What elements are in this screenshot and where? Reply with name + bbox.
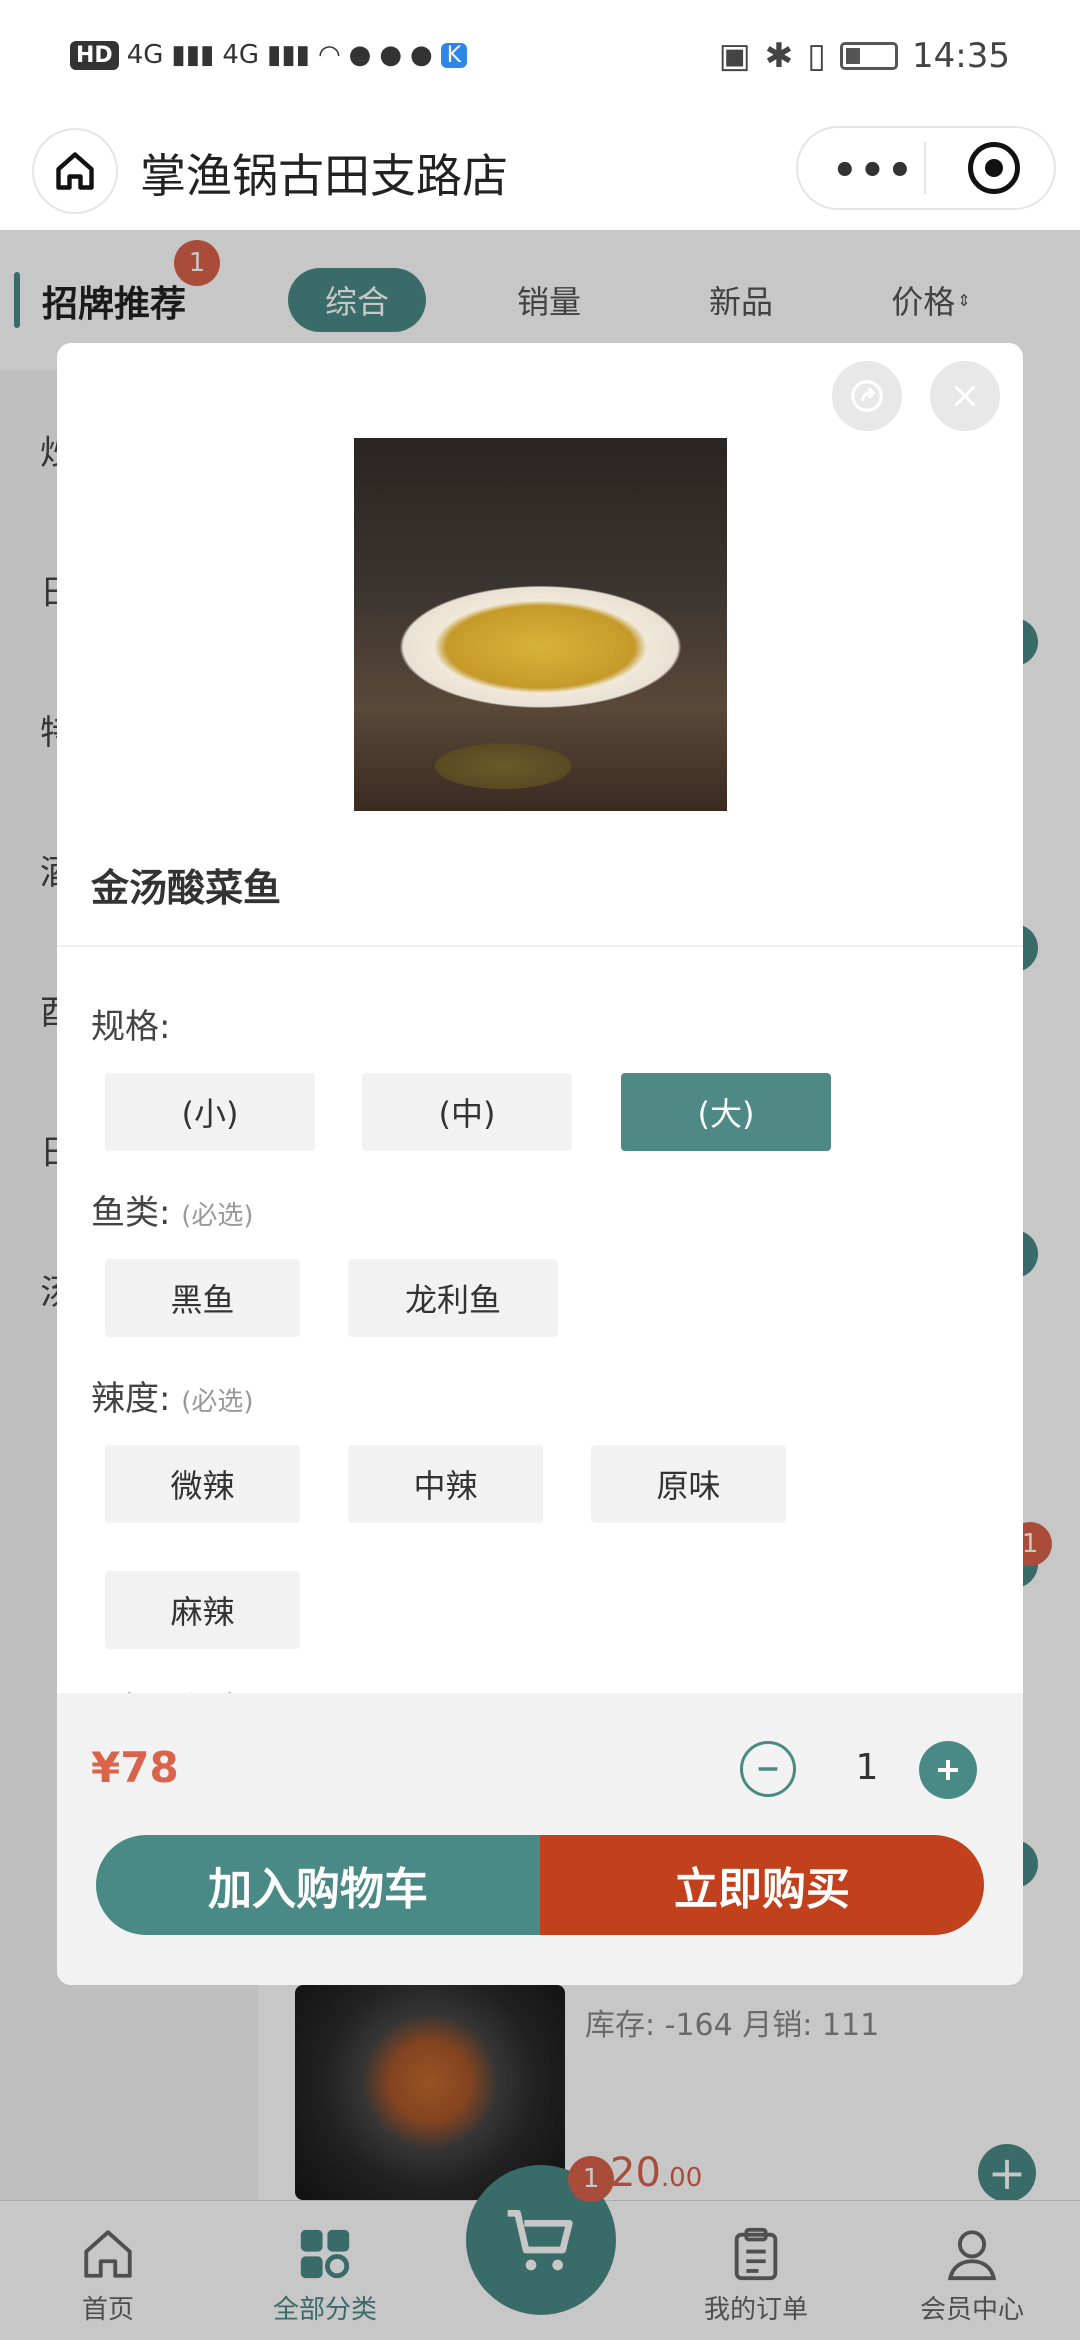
signal-4g-2: 4G — [222, 40, 260, 70]
total-price: ¥78 — [91, 1743, 179, 1792]
spec-option-large[interactable]: (大) — [621, 1073, 831, 1151]
hd-badge: HD — [70, 40, 119, 70]
spice-option-original[interactable]: 原味 — [591, 1445, 786, 1523]
spice-label-text: 辣度: — [91, 1379, 171, 1419]
capsule-divider — [924, 142, 926, 194]
spec-option-medium[interactable]: (中) — [362, 1073, 572, 1151]
quantity-increase-button[interactable] — [919, 1741, 977, 1799]
wechat-icon: ● — [379, 40, 403, 70]
store-title: 掌渔锅古田支路店 — [140, 149, 508, 203]
home-icon — [56, 152, 94, 190]
quantity-decrease-button[interactable] — [740, 1741, 796, 1797]
buy-now-button[interactable]: 立即购买 — [540, 1835, 984, 1935]
signal-bars-icon: ▮▮▮ — [171, 40, 215, 70]
spec-label: 规格: — [91, 1007, 171, 1047]
spice-option-medium[interactable]: 中辣 — [348, 1445, 543, 1523]
k-app-icon: K — [440, 42, 468, 68]
share-button[interactable] — [832, 361, 902, 431]
status-time: 14:35 — [912, 36, 1010, 76]
fish-label: 鱼类: (必选) — [91, 1185, 254, 1234]
exit-button[interactable] — [968, 142, 1020, 194]
fish-option-sole[interactable]: 龙利鱼 — [348, 1259, 558, 1337]
fish-option-snakehead[interactable]: 黑鱼 — [105, 1259, 300, 1337]
home-button[interactable] — [32, 128, 118, 214]
plus-icon — [938, 1760, 958, 1780]
close-icon — [954, 385, 976, 407]
quantity-value: 1 — [855, 1747, 879, 1788]
nfc-icon: ▣ — [718, 36, 751, 76]
signal-bars-icon: ▮▮▮ — [267, 40, 310, 70]
share-icon — [851, 380, 883, 412]
fish-required-note: (必选) — [181, 1201, 254, 1231]
add-to-cart-button[interactable]: 加入购物车 — [96, 1835, 540, 1935]
fish-label-text: 鱼类: — [91, 1193, 171, 1233]
spec-option-small[interactable]: (小) — [105, 1073, 315, 1151]
dish-image — [354, 438, 727, 811]
spice-option-numbing[interactable]: 麻辣 — [105, 1571, 300, 1649]
vibrate-icon: ▯ — [807, 36, 827, 76]
dish-name: 金汤酸菜鱼 — [91, 866, 282, 910]
close-button[interactable] — [930, 361, 1000, 431]
status-left: HD 4G ▮▮▮ 4G ▮▮▮ ◠ ● ● ● K — [70, 40, 468, 70]
signal-4g-1: 4G — [126, 40, 164, 70]
spice-required-note: (必选) — [181, 1387, 254, 1417]
battery-icon — [840, 42, 899, 70]
more-button[interactable]: ••• — [832, 148, 915, 194]
wechat-icon: ● — [348, 40, 372, 70]
spice-label: 辣度: (必选) — [91, 1371, 254, 1420]
product-spec-modal: 金汤酸菜鱼 规格: (小) (中) (大) 鱼类: (必选) 黑鱼 龙利鱼 辣度… — [57, 343, 1023, 1985]
divider — [57, 945, 1023, 947]
spice-option-mild[interactable]: 微辣 — [105, 1445, 300, 1523]
bluetooth-icon: ✱ — [764, 36, 794, 76]
minus-icon — [758, 1767, 778, 1771]
wifi-icon: ◠ — [317, 40, 341, 70]
qq-icon: ● — [410, 40, 433, 70]
status-right: ▣ ✱ ▯ 14:35 — [719, 36, 1010, 76]
